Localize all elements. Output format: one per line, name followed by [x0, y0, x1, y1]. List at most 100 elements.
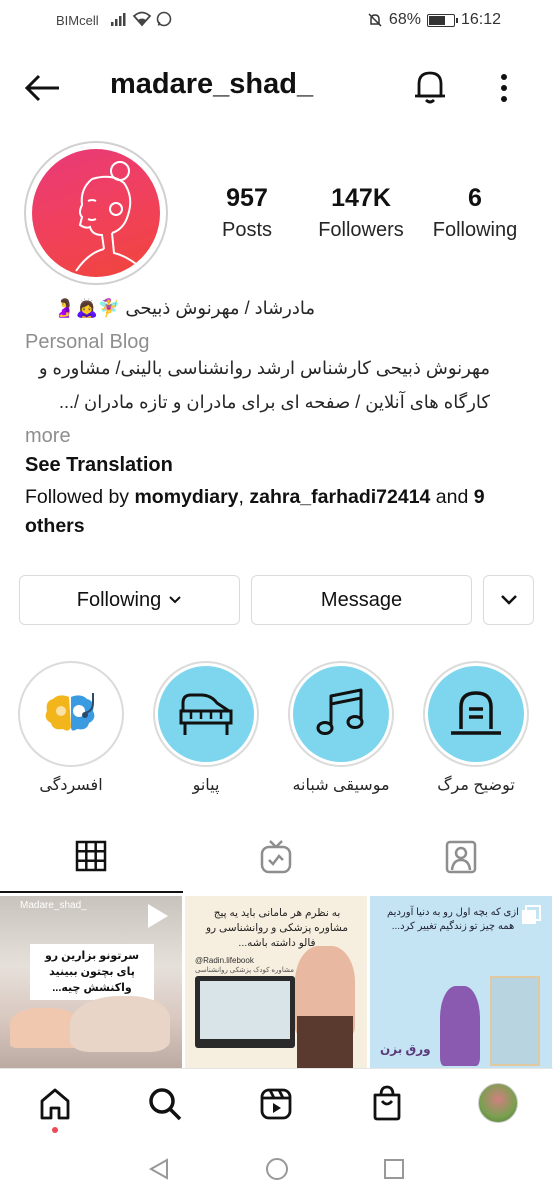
- message-button-label: Message: [320, 588, 403, 611]
- profile-username: madare_shad_: [110, 68, 314, 100]
- profile-header: madare_shad_: [0, 56, 553, 120]
- laptop-figure: [195, 976, 295, 1048]
- following-stat[interactable]: 6 Following: [425, 184, 525, 242]
- back-arrow-icon[interactable]: [22, 68, 62, 108]
- post-thumbnail[interactable]: Madare_shad_ سرتونو بزارین رو پای بچتون …: [0, 896, 182, 1072]
- grid-tab-icon[interactable]: [75, 840, 107, 872]
- whatsapp-icon: [156, 11, 172, 27]
- bottom-nav: [0, 1068, 553, 1144]
- music-note-icon: [316, 688, 364, 735]
- see-translation-link[interactable]: See Translation: [25, 454, 530, 477]
- post-signature: ورق بزن: [380, 1042, 431, 1056]
- highlight-ring: [153, 661, 259, 767]
- active-tab-indicator: [0, 891, 183, 893]
- post-watermark: Madare_shad_: [20, 900, 87, 911]
- notification-dot: [52, 1127, 58, 1133]
- avatar-image: [32, 149, 160, 277]
- bio-name: مادرشاد / مهرنوش ذبیحی 🧚‍♀️🙇‍♀️🤰: [53, 298, 315, 318]
- chevron-down-icon: [500, 595, 517, 605]
- piano-icon: [179, 693, 233, 735]
- post-caption: ازی که بچه اول رو به دنیا آوردیم همه چیز…: [387, 907, 519, 932]
- tagged-tab-icon[interactable]: [445, 840, 477, 874]
- status-right: 68% 16:12: [367, 11, 501, 29]
- tombstone-icon: [451, 691, 501, 735]
- highlight-item[interactable]: توضیح مرگ: [421, 661, 531, 795]
- laptop-screen: [200, 981, 290, 1039]
- highlight-label: توضیح مرگ: [437, 777, 515, 794]
- video-play-icon: [148, 904, 168, 928]
- mirror-figure: [490, 976, 540, 1066]
- suggested-accounts-button[interactable]: [483, 575, 534, 625]
- wifi-icon: [132, 11, 152, 27]
- status-bar: BIMcell 68% 16:12: [0, 0, 553, 44]
- followed-user-link[interactable]: zahra_farhadi72414: [249, 486, 430, 508]
- highlight-ring: [288, 661, 394, 767]
- followers-stat[interactable]: 147K Followers: [311, 184, 411, 242]
- chair-figure: [297, 1016, 353, 1072]
- profile-avatar-icon[interactable]: [478, 1083, 518, 1123]
- home-circle-icon[interactable]: [265, 1157, 289, 1181]
- followed-user-link[interactable]: momydiary: [134, 486, 238, 508]
- post-subtitle: مشاوره کودک پزشکی روانشناسی: [195, 967, 294, 974]
- highlight-ring: [423, 661, 529, 767]
- following-button[interactable]: Following: [19, 575, 240, 625]
- highlight-item[interactable]: پیانو: [151, 661, 261, 795]
- status-icons: [110, 11, 172, 27]
- igtv-tab-icon[interactable]: [260, 840, 292, 874]
- followed-by-prefix: Followed by: [25, 486, 135, 508]
- post-handle: @Radin.lifebook: [195, 956, 254, 965]
- following-label: Following: [432, 219, 518, 241]
- highlight-cover: [293, 666, 389, 762]
- bio-line-2: کارگاه های آنلاین / صفحه ای برای مادران …: [59, 392, 490, 412]
- message-button[interactable]: Message: [251, 575, 472, 625]
- signal-icon: [111, 13, 126, 26]
- followers-label: Followers: [318, 219, 404, 241]
- highlight-label: افسردگی: [39, 777, 103, 794]
- woman-line-art-icon: [75, 161, 145, 272]
- shop-icon[interactable]: [370, 1085, 404, 1121]
- search-icon[interactable]: [148, 1087, 182, 1121]
- profile-avatar[interactable]: [24, 141, 168, 285]
- bio-more-link[interactable]: more: [25, 425, 530, 448]
- mother-figure: [70, 996, 170, 1052]
- mute-bell-icon: [368, 13, 382, 27]
- posts-count: 957: [226, 184, 268, 212]
- system-nav-bar: [0, 1144, 553, 1200]
- figure-1: [440, 986, 480, 1066]
- post-caption: به نظرم هر مامانی باید یه پیج مشاوره پزش…: [205, 907, 349, 949]
- post-caption: سرتونو بزارین رو پای بچتون ببینید واکنشش…: [30, 944, 154, 1000]
- reels-icon[interactable]: [259, 1087, 293, 1121]
- highlight-label: موسیقی شبانه: [292, 777, 390, 794]
- bio-line-1: مهرنوش ذبیحی کارشناس ارشد روانشناسی بالی…: [38, 358, 490, 378]
- battery-icon: [426, 13, 458, 27]
- back-triangle-icon[interactable]: [147, 1157, 171, 1181]
- posts-stat[interactable]: 957 Posts: [207, 184, 287, 242]
- clock: 16:12: [460, 11, 501, 28]
- battery-percent: 68%: [388, 11, 421, 28]
- home-icon[interactable]: [38, 1087, 72, 1121]
- carousel-icon: [522, 905, 541, 924]
- highlight-label: پیانو: [192, 777, 220, 794]
- highlight-cover: [428, 666, 524, 762]
- following-count: 6: [468, 184, 482, 212]
- more-options-icon[interactable]: [490, 68, 518, 108]
- carrier-label: BIMcell: [56, 13, 99, 28]
- post-thumbnail[interactable]: ازی که بچه اول رو به دنیا آوردیم همه چیز…: [370, 896, 552, 1072]
- followed-by-text: Followed by momydiary, zahra_farhadi7241…: [25, 483, 530, 541]
- highlight-item[interactable]: افسردگی: [16, 661, 126, 795]
- followed-and: and: [430, 486, 474, 508]
- notification-bell-icon[interactable]: [410, 66, 450, 106]
- post-thumbnail[interactable]: به نظرم هر مامانی باید یه پیج مشاوره پزش…: [185, 896, 367, 1072]
- chevron-down-icon: [169, 596, 181, 604]
- bio-category: Personal Blog: [25, 331, 150, 353]
- highlight-cover: [23, 666, 119, 762]
- posts-label: Posts: [221, 219, 273, 241]
- followed-sep: ,: [238, 486, 250, 508]
- highlight-cover: [158, 666, 254, 762]
- followers-count: 147K: [331, 184, 391, 212]
- recents-square-icon[interactable]: [382, 1157, 406, 1181]
- highlight-item[interactable]: موسیقی شبانه: [286, 661, 396, 795]
- highlight-ring: [18, 661, 124, 767]
- following-button-label: Following: [76, 588, 162, 611]
- brain-doctor-icon: [45, 693, 95, 731]
